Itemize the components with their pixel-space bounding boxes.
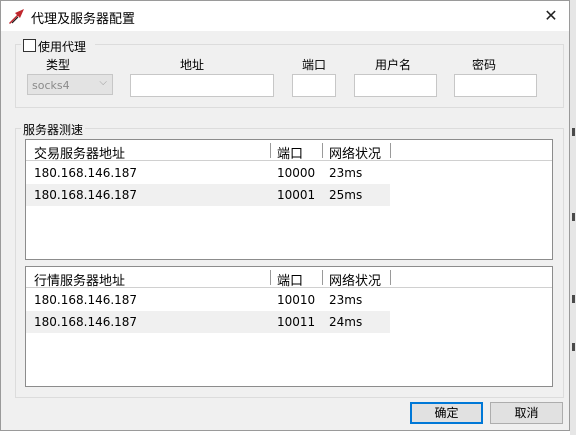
server-port: 10001 bbox=[277, 188, 316, 202]
table-row[interactable]: 180.168.146.187 10010 23ms bbox=[26, 289, 390, 311]
server-address: 180.168.146.187 bbox=[34, 166, 138, 180]
server-latency: 23ms bbox=[329, 166, 363, 180]
table-row[interactable]: 180.168.146.187 10001 25ms bbox=[26, 184, 390, 206]
column-header[interactable]: 网络状况 bbox=[329, 143, 381, 162]
server-test-legend: 服务器测速 bbox=[21, 121, 86, 138]
type-label: 类型 bbox=[46, 58, 71, 72]
server-address: 180.168.146.187 bbox=[34, 293, 138, 307]
address-label: 地址 bbox=[180, 58, 205, 72]
red-arrow-icon bbox=[9, 9, 24, 24]
proxy-port-field[interactable] bbox=[292, 74, 336, 97]
column-separator[interactable] bbox=[270, 143, 271, 158]
column-separator[interactable] bbox=[322, 270, 323, 285]
column-separator[interactable] bbox=[322, 143, 323, 158]
trade-server-table[interactable]: 交易服务器地址 端口 网络状况 180.168.146.187 10000 23… bbox=[25, 139, 553, 260]
cancel-button[interactable]: 取消 bbox=[490, 402, 563, 424]
proxy-address-field[interactable] bbox=[130, 74, 274, 97]
proxy-username-field[interactable] bbox=[354, 74, 437, 97]
quote-server-table[interactable]: 行情服务器地址 端口 网络状况 180.168.146.187 10010 23… bbox=[25, 266, 553, 387]
trade-table-header: 交易服务器地址 端口 网络状况 bbox=[26, 140, 552, 162]
use-proxy-checkbox[interactable] bbox=[23, 39, 36, 52]
server-latency: 23ms bbox=[329, 293, 363, 307]
proxy-type-select[interactable]: socks4 ⌵ bbox=[27, 74, 113, 95]
column-header[interactable]: 行情服务器地址 bbox=[34, 270, 125, 289]
server-address: 180.168.146.187 bbox=[34, 315, 138, 329]
window-title: 代理及服务器配置 bbox=[31, 12, 136, 27]
use-proxy-label: 使用代理 bbox=[38, 40, 87, 54]
column-header[interactable]: 交易服务器地址 bbox=[34, 143, 125, 162]
table-row[interactable]: 180.168.146.187 10000 23ms bbox=[26, 162, 390, 184]
column-separator[interactable] bbox=[270, 270, 271, 285]
column-header[interactable]: 端口 bbox=[277, 143, 303, 162]
username-label: 用户名 bbox=[375, 58, 412, 72]
column-separator[interactable] bbox=[390, 270, 391, 285]
column-header[interactable]: 端口 bbox=[277, 270, 303, 289]
config-dialog: 代理及服务器配置 ✕ 使用代理 类型 地址 端口 用户名 密码 socks4 ⌵… bbox=[0, 0, 570, 431]
ok-button[interactable]: 确定 bbox=[410, 402, 483, 424]
server-port: 10000 bbox=[277, 166, 316, 180]
proxy-type-value: socks4 bbox=[32, 79, 70, 92]
server-port: 10010 bbox=[277, 293, 316, 307]
title-bar: 代理及服务器配置 ✕ bbox=[1, 1, 569, 31]
quote-table-header: 行情服务器地址 端口 网络状况 bbox=[26, 267, 552, 289]
close-icon[interactable]: ✕ bbox=[539, 5, 563, 27]
server-address: 180.168.146.187 bbox=[34, 188, 138, 202]
server-latency: 24ms bbox=[329, 315, 363, 329]
table-row[interactable]: 180.168.146.187 10011 24ms bbox=[26, 311, 390, 333]
background-window-edge bbox=[570, 0, 576, 435]
server-port: 10011 bbox=[277, 315, 316, 329]
column-separator[interactable] bbox=[390, 143, 391, 158]
password-label: 密码 bbox=[472, 58, 497, 72]
port-label: 端口 bbox=[302, 58, 327, 72]
column-header[interactable]: 网络状况 bbox=[329, 270, 381, 289]
proxy-legend: 使用代理 bbox=[21, 37, 95, 54]
server-latency: 25ms bbox=[329, 188, 363, 202]
chevron-down-icon: ⌵ bbox=[99, 77, 107, 88]
proxy-password-field[interactable] bbox=[454, 74, 537, 97]
